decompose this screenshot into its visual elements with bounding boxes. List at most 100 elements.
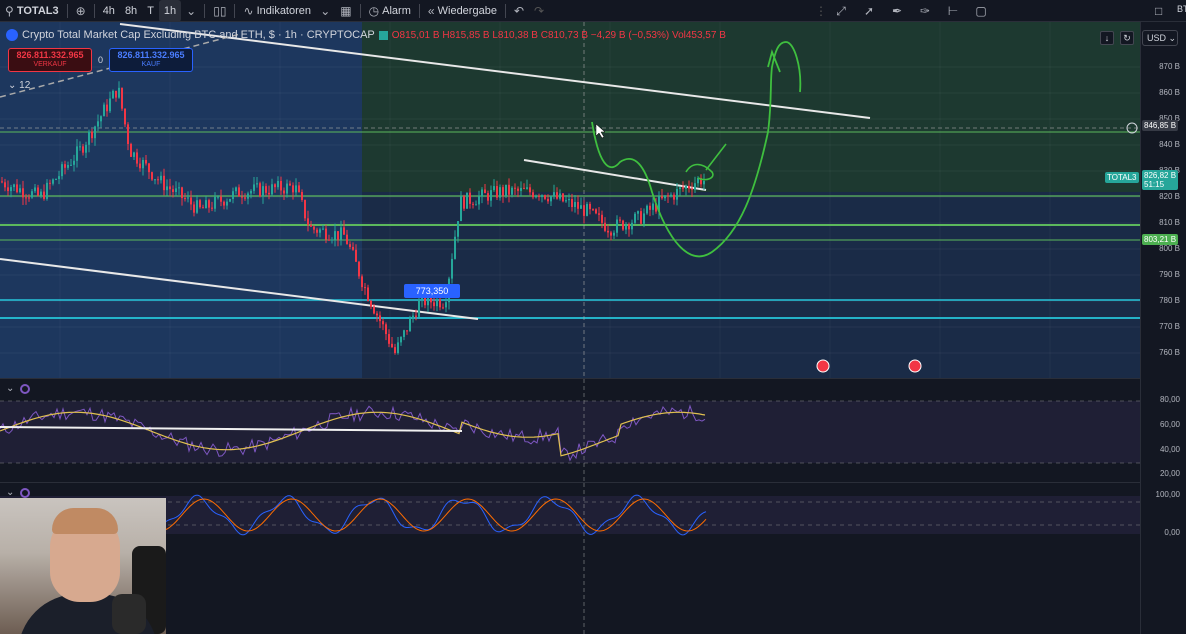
price-axis[interactable]: 870 B860 B850 B840 B830 B820 B810 B800 B…: [1105, 4, 1186, 634]
fullscreen-button[interactable]: □: [1150, 0, 1167, 22]
currency-label: USD: [1147, 33, 1167, 43]
candle-body: [487, 193, 489, 201]
candle-body: [679, 187, 681, 190]
candle-body: [367, 287, 369, 301]
interval-1h[interactable]: 1h: [158, 0, 182, 22]
event-marker-icon: [908, 359, 922, 373]
candle-body: [202, 207, 204, 209]
candle-body: [493, 186, 495, 191]
rsi-canvas[interactable]: [0, 379, 1140, 482]
candle-body: [418, 299, 420, 317]
candle-body: [439, 299, 441, 308]
candle-body: [106, 104, 108, 112]
candle-body: [562, 193, 564, 202]
candle-body: [631, 222, 633, 230]
candle-body: [472, 203, 474, 205]
stoch-canvas[interactable]: [0, 483, 1140, 634]
interval-day[interactable]: T: [142, 0, 159, 22]
alarm-button[interactable]: ◷ Alarm: [364, 0, 416, 22]
currency-select[interactable]: USD ⌄: [1142, 30, 1178, 46]
candle-body: [214, 196, 216, 209]
scroll-to-end-button[interactable]: ↓: [1100, 31, 1114, 45]
undo-button[interactable]: ↶: [509, 0, 529, 22]
candle-body: [175, 188, 177, 193]
interval-dropdown[interactable]: ⌄: [181, 0, 201, 22]
candle-body: [295, 185, 297, 193]
price-tick: 780 B: [1159, 296, 1180, 305]
candle-body: [13, 184, 15, 188]
candle-body: [331, 239, 333, 241]
layouts-button[interactable]: ▦: [335, 0, 356, 22]
sell-button[interactable]: 826.811.332.965 VERKAUF: [8, 48, 92, 72]
main-chart[interactable]: Crypto Total Market Cap Excluding BTC an…: [0, 22, 1140, 378]
brush-icon[interactable]: ✑: [913, 4, 937, 18]
candle-body: [616, 219, 618, 233]
crosshair-tool-icon[interactable]: ⊢: [941, 4, 965, 18]
drag-handle-icon[interactable]: ⋮: [815, 4, 827, 18]
candle-body: [517, 188, 519, 191]
collapse-icon[interactable]: ⌄: [6, 383, 14, 394]
candle-body: [445, 302, 447, 308]
candle-body: [166, 186, 168, 191]
candle-body: [304, 199, 306, 219]
rsi-pane[interactable]: ⌄: [0, 378, 1140, 482]
chart-type-button[interactable]: ▯▯: [208, 0, 231, 22]
candle-body: [550, 196, 552, 202]
candle-body: [376, 313, 378, 316]
square-icon[interactable]: ▢: [969, 4, 993, 18]
chart-canvas[interactable]: [0, 22, 1140, 378]
event-marker-icon: [816, 359, 830, 373]
price-tick: 770 B: [1159, 322, 1180, 331]
symbol-search[interactable]: ⚲ TOTAL3: [0, 0, 64, 22]
candle-body: [412, 315, 414, 319]
redo-button[interactable]: ↷: [529, 0, 549, 22]
stoch-pane[interactable]: ⌄: [0, 482, 1140, 634]
candle-body: [583, 205, 585, 216]
candle-body: [211, 207, 213, 209]
indicators-button[interactable]: ∿ Indikatoren ⌄: [238, 0, 335, 22]
price-tick: 790 B: [1159, 270, 1180, 279]
candle-body: [64, 164, 66, 168]
candle-body: [55, 179, 57, 181]
candle-body: [400, 336, 402, 343]
pen-icon[interactable]: ✒: [885, 4, 909, 18]
interval-4h[interactable]: 4h: [98, 0, 120, 22]
sell-price: 826.811.332.965: [16, 50, 84, 60]
candle-body: [283, 190, 285, 194]
price-tick: 860 B: [1159, 88, 1180, 97]
candle-body: [640, 211, 642, 224]
candle-body: [586, 203, 588, 216]
line-tool-icon[interactable]: ⤢: [829, 4, 853, 19]
candle-body: [43, 191, 45, 199]
divider: [504, 3, 506, 18]
candle-body: [187, 197, 189, 199]
reset-view-button[interactable]: ↻: [1120, 31, 1134, 45]
compare-button[interactable]: ⊕: [71, 0, 91, 22]
candle-body: [271, 184, 273, 195]
price-tick: 760 B: [1159, 348, 1180, 357]
collapse-icon[interactable]: ⌄: [6, 487, 14, 498]
crosshair-price-label: 846,85 B: [1142, 120, 1179, 131]
candle-body: [601, 214, 603, 223]
candle-body: [238, 187, 240, 197]
collapsed-indicators[interactable]: ⌄ 12: [8, 80, 30, 91]
candle-body: [358, 261, 360, 277]
buy-button[interactable]: 826.811.332.965 KAUF: [109, 48, 194, 72]
candle-body: [343, 227, 345, 235]
zone-left: [0, 22, 362, 378]
candle-body: [649, 205, 651, 210]
buy-label: KAUF: [141, 61, 161, 68]
trendline-tool-icon[interactable]: ➚: [857, 4, 881, 18]
rsi-tick: 60,00: [1159, 420, 1180, 429]
candle-body: [247, 193, 249, 199]
candle-body: [598, 213, 600, 215]
candle-body: [643, 213, 645, 224]
sell-label: VERKAUF: [33, 61, 67, 68]
interval-8h[interactable]: 8h: [120, 0, 142, 22]
alarm-label: Alarm: [382, 4, 411, 17]
indicators-icon: ∿: [243, 3, 254, 18]
trade-buttons: 826.811.332.965 VERKAUF 0 826.811.332.96…: [8, 48, 194, 72]
flag-icon[interactable]: [378, 30, 388, 40]
candle-body: [385, 324, 387, 335]
replay-button[interactable]: « Wiedergabe: [423, 0, 502, 22]
